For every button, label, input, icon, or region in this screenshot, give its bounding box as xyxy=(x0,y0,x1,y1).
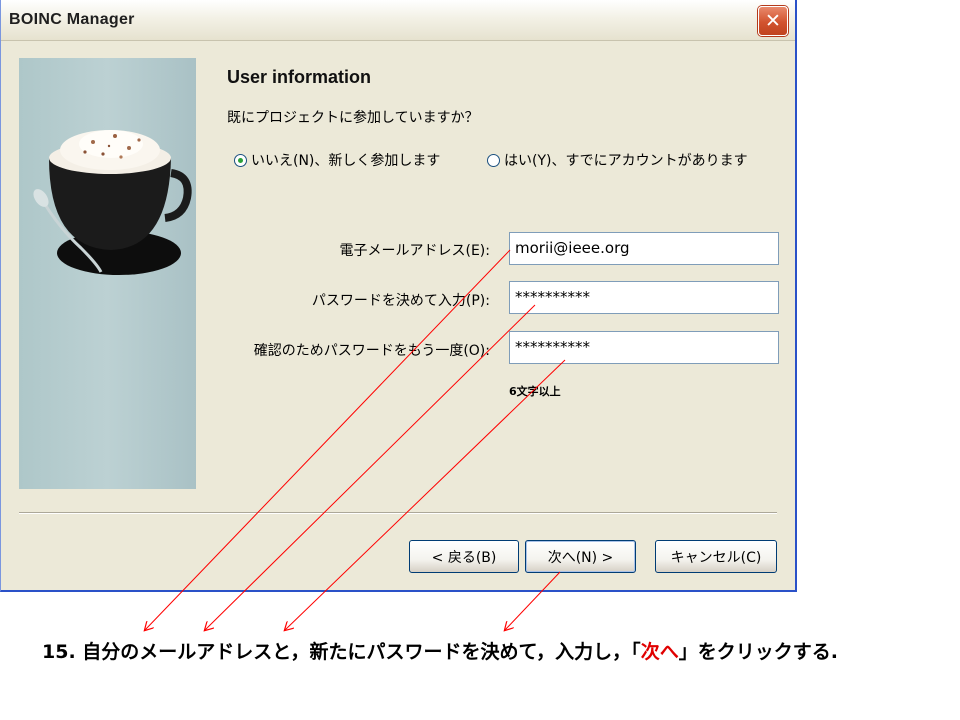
caption-suffix: 」をクリックする. xyxy=(678,641,838,663)
caption-highlight: 次へ xyxy=(640,641,679,663)
arrow-to-password xyxy=(205,304,536,630)
arrow-to-email xyxy=(145,249,511,630)
arrow-to-confirm xyxy=(285,359,566,630)
instruction-caption: 15. 自分のメールアドレスと，新たにパスワードを決めて，入力し，「次へ」をクリ… xyxy=(42,637,838,664)
caption-prefix: 15. 自分のメールアドレスと，新たにパスワードを決めて，入力し，「 xyxy=(42,641,641,663)
annotation-arrows xyxy=(0,249,566,720)
arrow-to-next xyxy=(505,571,561,630)
